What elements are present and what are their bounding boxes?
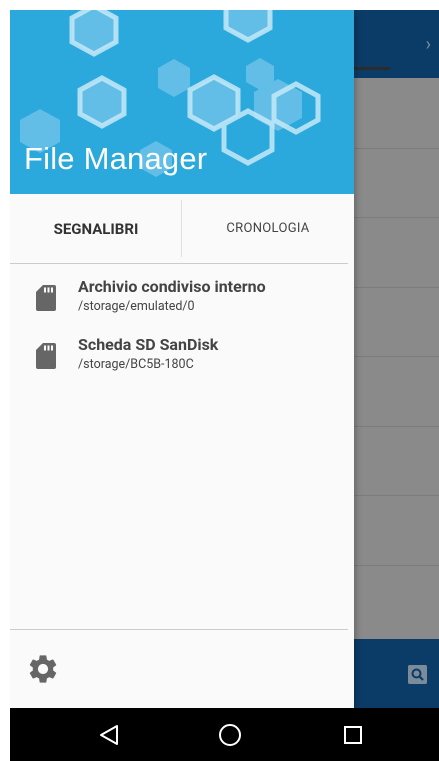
system-navigation-bar [10,708,439,761]
tab-bookmarks[interactable]: SEGNALIBRI [10,194,182,263]
navigation-drawer: File Manager SEGNALIBRI CRONOLOGIA Archi… [10,10,354,708]
storage-title: Scheda SD SanDisk [78,335,219,354]
storage-path: /storage/emulated/0 [78,299,195,314]
tab-history[interactable]: CRONOLOGIA [182,194,354,263]
tabs-divider [10,263,348,264]
search-icon[interactable] [408,665,427,684]
settings-button[interactable] [26,652,60,686]
recents-button[interactable] [340,722,366,748]
device-screen: › File Manager SEGNALIBRI CRONOLOGIA Arc… [10,10,439,761]
storage-item-internal[interactable]: Archivio condiviso interno /storage/emul… [10,277,354,333]
storage-title: Archivio condiviso interno [78,277,266,296]
drawer-header: File Manager [10,10,354,194]
tab-separator [181,200,182,257]
chevron-right-icon: › [425,34,431,55]
drawer-tabs: SEGNALIBRI CRONOLOGIA [10,194,354,263]
sd-card-icon [36,343,56,369]
gear-icon [29,655,57,683]
back-button[interactable] [96,722,122,748]
recents-square-icon [344,726,362,744]
storage-item-sd-card[interactable]: Scheda SD SanDisk /storage/BC5B-180C [10,335,354,391]
app-title: File Manager [24,141,208,176]
storage-path: /storage/BC5B-180C [78,357,194,372]
home-circle-icon [219,724,241,746]
footer-divider [10,629,348,630]
back-triangle-icon [100,725,118,745]
sd-card-icon [36,285,56,311]
home-button[interactable] [217,722,243,748]
